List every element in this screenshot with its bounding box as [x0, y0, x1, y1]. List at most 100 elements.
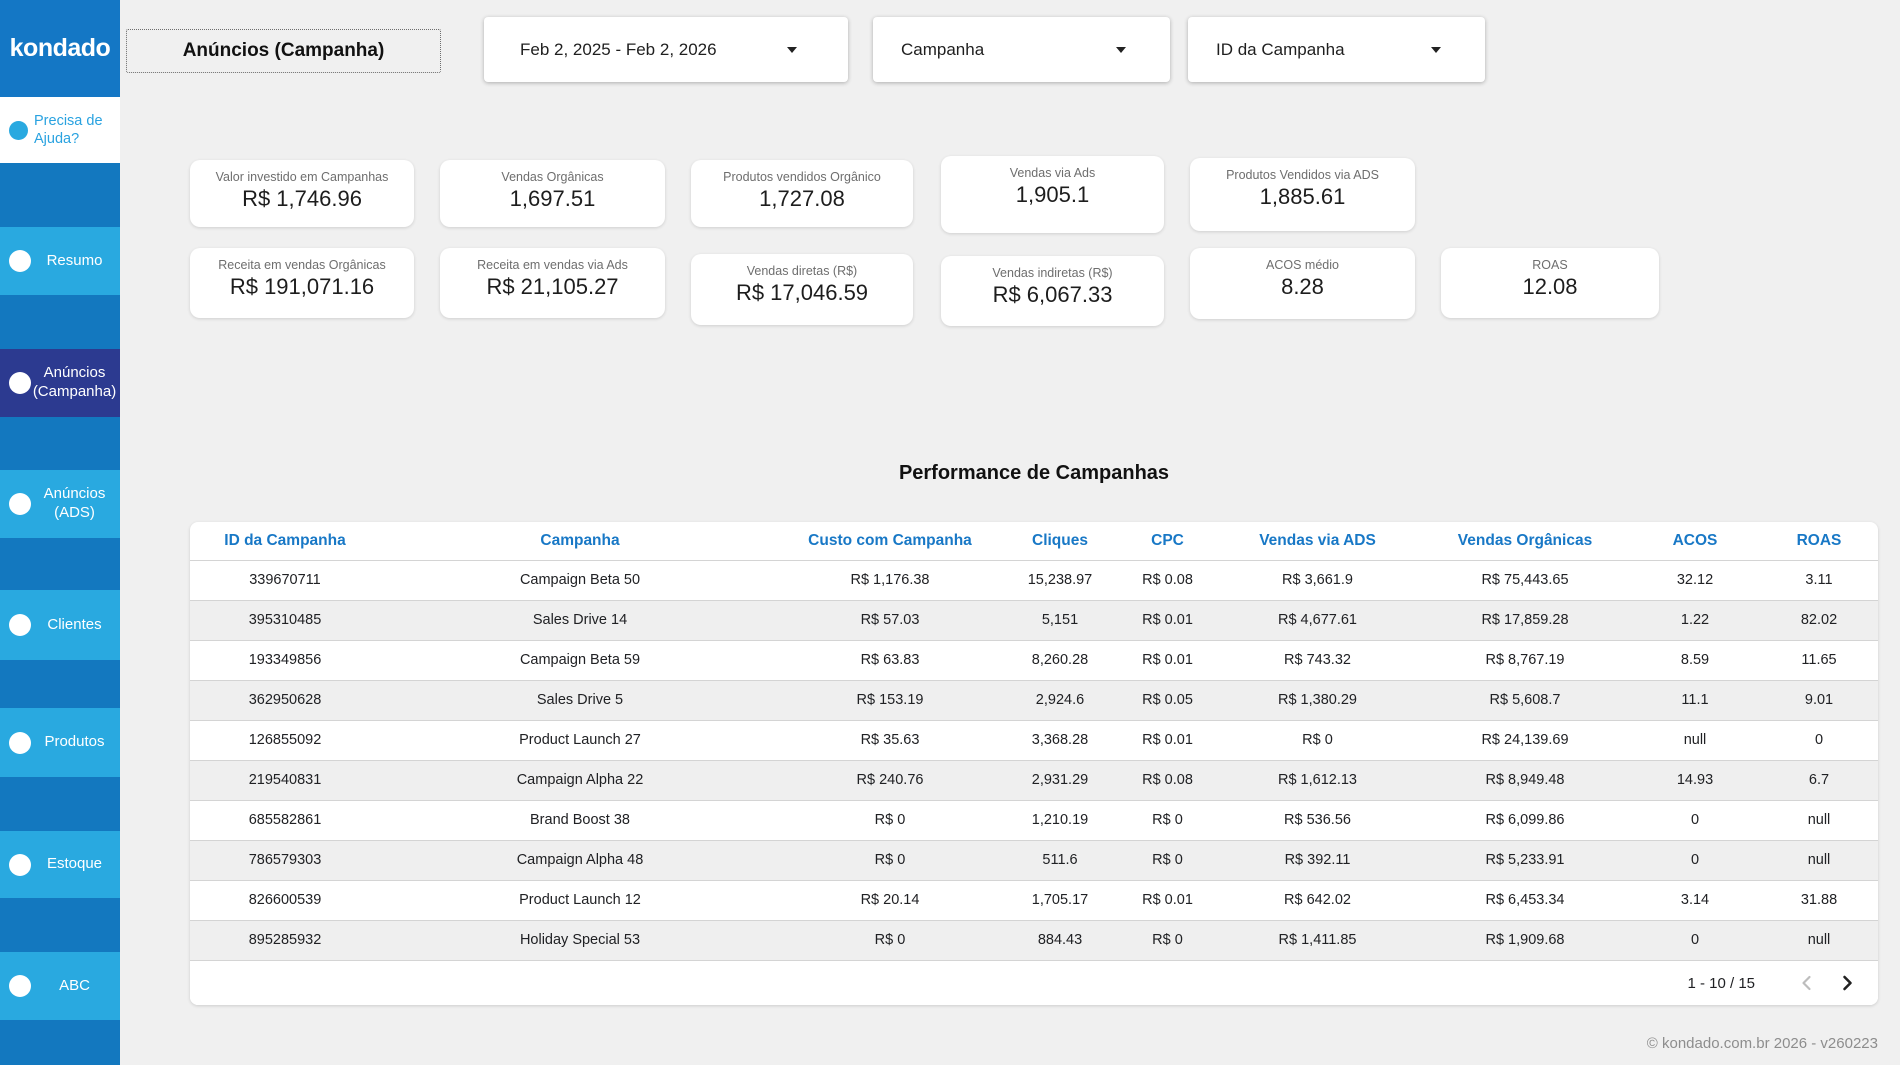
date-range-dropdown[interactable]: Feb 2, 2025 - Feb 2, 2026: [484, 17, 848, 82]
table-cell: 11.1: [1630, 680, 1760, 720]
table-cell: 3.14: [1630, 880, 1760, 920]
dashboard-page: kondado Precisa de Ajuda? Resumo Anúncios …: [0, 0, 1900, 1065]
kpi-value: 1,697.51: [510, 186, 596, 212]
table-cell: R$ 20.14: [780, 880, 1000, 920]
campaign-filter-value: Campanha: [901, 40, 1116, 60]
column-header-8[interactable]: ROAS: [1760, 522, 1878, 560]
sidebar-item-label: Precisa de Ajuda?: [28, 112, 120, 148]
table-cell: R$ 0.01: [1120, 720, 1215, 760]
table-cell: R$ 3,661.9: [1215, 560, 1420, 600]
table-title: Performance de Campanhas: [190, 462, 1878, 485]
table-row: 339670711Campaign Beta 50R$ 1,176.3815,2…: [190, 560, 1878, 600]
table-cell: R$ 75,443.65: [1420, 560, 1630, 600]
table-cell: R$ 5,233.91: [1420, 840, 1630, 880]
table-cell: R$ 35.63: [780, 720, 1000, 760]
kpi-label: ACOS médio: [1266, 258, 1339, 272]
table-cell: 5,151: [1000, 600, 1120, 640]
table-cell: R$ 0.01: [1120, 880, 1215, 920]
kpi-label: Receita em vendas Orgânicas: [218, 258, 385, 272]
table-cell: 14.93: [1630, 760, 1760, 800]
table-cell: 82.02: [1760, 600, 1878, 640]
table-cell: R$ 6,453.34: [1420, 880, 1630, 920]
table-cell: R$ 1,612.13: [1215, 760, 1420, 800]
kpi-card-row2-0: Receita em vendas Orgânicas R$ 191,071.16: [190, 248, 414, 318]
sidebar-item-label: Clientes: [31, 616, 120, 635]
table-cell: R$ 642.02: [1215, 880, 1420, 920]
kpi-card-row2-1: Receita em vendas via AdsR$ 21,105.27: [440, 248, 665, 318]
circle-bullet-icon: [9, 975, 31, 997]
kpi-label: Vendas indiretas (R$): [992, 266, 1112, 280]
sidebar-item-estoque[interactable]: Estoque: [0, 831, 120, 898]
column-header-3[interactable]: Cliques: [1000, 522, 1120, 560]
sidebar-item-produtos[interactable]: Produtos: [0, 708, 120, 777]
table-cell: 395310485: [190, 600, 380, 640]
circle-bullet-icon: [9, 493, 31, 515]
kpi-value: R$ 191,071.16: [230, 274, 374, 300]
table-cell: 2,931.29: [1000, 760, 1120, 800]
column-header-2[interactable]: Custo com Campanha: [780, 522, 1000, 560]
kpi-label: Vendas via Ads: [1010, 166, 1095, 180]
column-header-4[interactable]: CPC: [1120, 522, 1215, 560]
sidebar-item-label: Resumo: [31, 252, 120, 271]
table-header-row: ID da CampanhaCampanhaCusto com Campanha…: [190, 522, 1878, 560]
sidebar-item-label: Estoque: [31, 855, 120, 874]
kpi-label: Valor investido em Campanhas: [216, 170, 389, 184]
table-cell: R$ 1,176.38: [780, 560, 1000, 600]
next-page-button[interactable]: [1832, 968, 1862, 998]
kpi-value: 1,885.61: [1260, 184, 1346, 210]
table-cell: R$ 8,767.19: [1420, 640, 1630, 680]
previous-page-button[interactable]: [1792, 968, 1822, 998]
table-cell: R$ 24,139.69: [1420, 720, 1630, 760]
table-cell: 6.7: [1760, 760, 1878, 800]
performance-table: ID da CampanhaCampanhaCusto com Campanha…: [190, 522, 1878, 960]
chevron-down-icon: [787, 47, 797, 53]
kpi-card-row2-4: ACOS médio8.28: [1190, 248, 1415, 319]
sidebar-item-anuncios-campanha[interactable]: Anúncios (Campanha): [0, 349, 120, 417]
table-cell: 3.11: [1760, 560, 1878, 600]
table-cell: R$ 240.76: [780, 760, 1000, 800]
chevron-down-icon: [1431, 47, 1441, 53]
campaign-filter-dropdown[interactable]: Campanha: [873, 17, 1170, 82]
table-cell: 786579303: [190, 840, 380, 880]
table-cell: 11.65: [1760, 640, 1878, 680]
kpi-card-row2-2: Vendas diretas (R$)R$ 17,046.59: [691, 254, 913, 325]
table-cell: Campaign Beta 59: [380, 640, 780, 680]
date-range-value: Feb 2, 2025 - Feb 2, 2026: [520, 40, 787, 60]
sidebar-item-precisa-de-ajuda[interactable]: Precisa de Ajuda?: [0, 97, 120, 163]
column-header-7[interactable]: ACOS: [1630, 522, 1760, 560]
table-row: 193349856Campaign Beta 59R$ 63.838,260.2…: [190, 640, 1878, 680]
sidebar-nav: kondado Precisa de Ajuda? Resumo Anúncios …: [0, 0, 120, 1065]
table-cell: R$ 57.03: [780, 600, 1000, 640]
table-cell: 219540831: [190, 760, 380, 800]
column-header-5[interactable]: Vendas via ADS: [1215, 522, 1420, 560]
table-row: 219540831Campaign Alpha 22R$ 240.762,931…: [190, 760, 1878, 800]
table-cell: R$ 0: [1120, 920, 1215, 960]
kpi-card-row1-4: Produtos Vendidos via ADS1,885.61: [1190, 158, 1415, 231]
logo-text: kondado: [10, 34, 111, 63]
table-cell: R$ 153.19: [780, 680, 1000, 720]
sidebar-item-resumo[interactable]: Resumo: [0, 227, 120, 295]
footer-copyright: © kondado.com.br 2026 - v260223: [1647, 1035, 1878, 1052]
table-cell: Campaign Beta 50: [380, 560, 780, 600]
column-header-0[interactable]: ID da Campanha: [190, 522, 380, 560]
column-header-1[interactable]: Campanha: [380, 522, 780, 560]
sidebar-item-clientes[interactable]: Clientes: [0, 590, 120, 660]
table-cell: 8.59: [1630, 640, 1760, 680]
table-cell: R$ 4,677.61: [1215, 600, 1420, 640]
table-cell: R$ 0.08: [1120, 560, 1215, 600]
table-cell: null: [1760, 800, 1878, 840]
table-cell: R$ 1,411.85: [1215, 920, 1420, 960]
table-cell: 31.88: [1760, 880, 1878, 920]
column-header-6[interactable]: Vendas Orgânicas: [1420, 522, 1630, 560]
table-cell: 9.01: [1760, 680, 1878, 720]
kpi-value: 1,727.08: [759, 186, 845, 212]
table-cell: Sales Drive 14: [380, 600, 780, 640]
sidebar-item-anuncios-ads[interactable]: Anúncios (ADS): [0, 470, 120, 538]
campaign-id-filter-dropdown[interactable]: ID da Campanha: [1188, 17, 1485, 82]
table-cell: Campaign Alpha 22: [380, 760, 780, 800]
sidebar-item-abc[interactable]: ABC: [0, 952, 120, 1020]
table-cell: 0: [1630, 800, 1760, 840]
kpi-label: Vendas diretas (R$): [747, 264, 857, 278]
kpi-label: Vendas Orgânicas: [501, 170, 603, 184]
page-title-box: Anúncios (Campanha): [126, 29, 441, 73]
